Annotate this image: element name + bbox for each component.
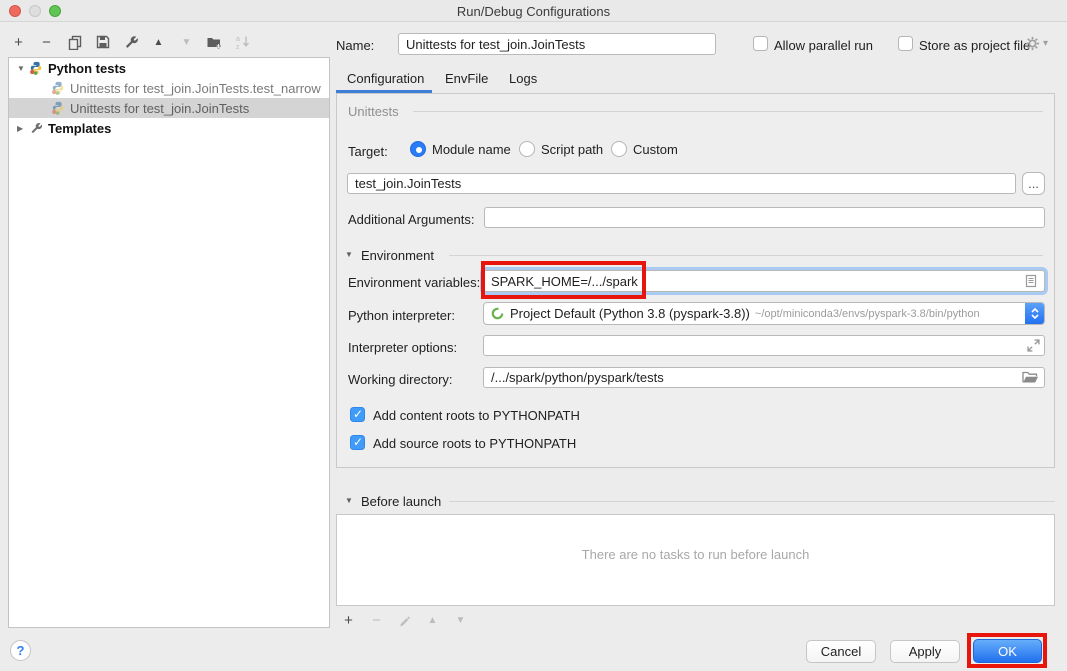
gear-icon[interactable] <box>1024 35 1041 52</box>
move-task-up-button: ▲ <box>424 612 441 629</box>
additional-arguments-label: Additional Arguments: <box>348 212 474 227</box>
radio-label: Script path <box>541 142 603 157</box>
target-script-path-radio[interactable]: Script path <box>519 141 603 157</box>
python-interpreter-select[interactable]: Project Default (Python 3.8 (pyspark-3.8… <box>483 302 1045 325</box>
svg-text:z: z <box>236 44 240 50</box>
move-down-button: ▼ <box>178 34 195 51</box>
group-divider <box>449 501 1055 502</box>
add-content-roots-checkbox[interactable] <box>350 407 365 422</box>
radio-selected-icon <box>410 141 426 157</box>
tree-item-python-tests[interactable]: ▼ Python tests <box>9 58 329 78</box>
run-debug-configurations-dialog: Run/Debug Configurations + − ▲ ▼ az ▼ Py <box>0 0 1067 671</box>
copy-configuration-icon[interactable] <box>66 34 83 51</box>
remove-task-button: − <box>368 612 385 629</box>
add-content-roots-label: Add content roots to PYTHONPATH <box>373 408 580 423</box>
new-folder-icon[interactable] <box>206 34 223 51</box>
tree-item-label: Python tests <box>48 61 126 76</box>
environment-section-title: Environment <box>361 248 434 263</box>
gear-caret-icon[interactable]: ▾ <box>1043 38 1048 49</box>
sort-configurations-icon: az <box>234 34 251 51</box>
python-test-config-icon <box>51 101 65 115</box>
environment-variables-input[interactable] <box>483 270 1045 292</box>
add-task-button[interactable]: + <box>340 612 357 629</box>
target-label: Target: <box>348 144 388 159</box>
conda-env-icon <box>491 307 504 320</box>
radio-icon <box>611 141 627 157</box>
radio-icon <box>519 141 535 157</box>
tree-item-label: Unittests for test_join.JoinTests <box>70 101 249 116</box>
python-tests-icon <box>29 61 43 75</box>
working-directory-input[interactable] <box>483 367 1045 388</box>
edit-task-pencil-icon <box>396 612 413 629</box>
svg-text:a: a <box>236 36 240 43</box>
apply-button[interactable]: Apply <box>890 640 960 663</box>
interpreter-options-input[interactable] <box>483 335 1045 356</box>
before-launch-toolbar: + − ▲ ▼ <box>340 611 469 629</box>
templates-wrench-icon <box>29 121 43 135</box>
tree-item-label: Templates <box>48 121 111 136</box>
target-custom-radio[interactable]: Custom <box>611 141 678 157</box>
store-as-project-file-checkbox[interactable] <box>898 36 913 51</box>
allow-parallel-run-label: Allow parallel run <box>774 38 873 53</box>
group-divider <box>449 255 1043 256</box>
expand-field-icon[interactable] <box>1027 339 1040 352</box>
window-title: Run/Debug Configurations <box>0 4 1067 19</box>
save-configuration-icon[interactable] <box>94 34 111 51</box>
ok-button[interactable]: OK <box>973 639 1042 663</box>
tab-envfile[interactable]: EnvFile <box>445 71 488 86</box>
move-up-button[interactable]: ▲ <box>150 34 167 51</box>
tree-item-label: Unittests for test_join.JoinTests.test_n… <box>70 81 321 96</box>
store-as-project-file-label: Store as project file <box>919 38 1030 53</box>
target-input[interactable] <box>347 173 1016 194</box>
configurations-tree: ▼ Python tests Unittests for test_join.J… <box>8 57 330 628</box>
add-configuration-button[interactable]: + <box>10 34 27 51</box>
environment-variables-label: Environment variables: <box>348 275 480 290</box>
cancel-button[interactable]: Cancel <box>806 640 876 663</box>
browse-target-button[interactable]: ... <box>1022 172 1045 195</box>
chevron-down-icon[interactable]: ▼ <box>17 64 29 73</box>
folder-icon[interactable] <box>1022 371 1039 384</box>
before-launch-task-list: There are no tasks to run before launch <box>336 514 1055 606</box>
before-launch-title: Before launch <box>361 494 441 509</box>
interpreter-path: ~/opt/miniconda3/envs/pyspark-3.8/bin/py… <box>755 308 980 320</box>
edit-variables-icon[interactable] <box>1024 274 1038 288</box>
tree-item-templates[interactable]: ▶ Templates <box>9 118 329 138</box>
edit-templates-wrench-icon[interactable] <box>122 34 139 51</box>
remove-configuration-button[interactable]: − <box>38 34 55 51</box>
interpreter-options-label: Interpreter options: <box>348 340 457 355</box>
move-task-down-button: ▼ <box>452 612 469 629</box>
chevron-right-icon[interactable]: ▶ <box>17 124 29 133</box>
add-source-roots-label: Add source roots to PYTHONPATH <box>373 436 576 451</box>
configurations-toolbar: + − ▲ ▼ az <box>10 31 251 53</box>
python-test-config-icon <box>51 81 65 95</box>
python-interpreter-label: Python interpreter: <box>348 308 455 323</box>
tab-logs[interactable]: Logs <box>509 71 537 86</box>
before-launch-empty-text: There are no tasks to run before launch <box>337 547 1054 562</box>
interpreter-value: Project Default (Python 3.8 (pyspark-3.8… <box>510 306 750 321</box>
add-source-roots-checkbox[interactable] <box>350 435 365 450</box>
group-divider <box>413 111 1043 112</box>
working-directory-label: Working directory: <box>348 372 453 387</box>
tree-item-unittests-jointests-selected[interactable]: Unittests for test_join.JoinTests <box>9 98 329 118</box>
tree-item-unittests-test-narrow[interactable]: Unittests for test_join.JoinTests.test_n… <box>9 78 329 98</box>
name-input[interactable] <box>398 33 716 55</box>
radio-label: Custom <box>633 142 678 157</box>
help-button[interactable]: ? <box>10 640 31 661</box>
target-module-name-radio[interactable]: Module name <box>410 141 511 157</box>
unittests-group-title: Unittests <box>348 104 399 119</box>
name-label: Name: <box>336 38 374 53</box>
dropdown-chevrons-icon[interactable] <box>1025 302 1045 325</box>
tab-configuration[interactable]: Configuration <box>347 71 424 86</box>
environment-collapse-icon[interactable]: ▼ <box>345 250 353 259</box>
additional-arguments-input[interactable] <box>484 207 1045 228</box>
title-bar: Run/Debug Configurations <box>0 0 1067 22</box>
before-launch-collapse-icon[interactable]: ▼ <box>345 496 353 505</box>
radio-label: Module name <box>432 142 511 157</box>
allow-parallel-run-checkbox[interactable] <box>753 36 768 51</box>
